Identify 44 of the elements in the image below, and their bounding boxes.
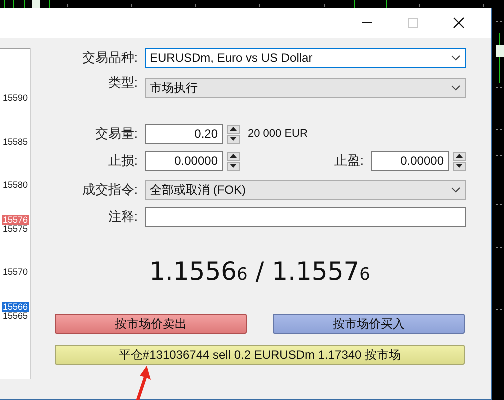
field-label: 成交指令: <box>81 181 138 199</box>
field-label: 止损: <box>107 152 138 170</box>
increment-button[interactable] <box>227 124 240 134</box>
field-label: 交易品种: <box>81 49 138 67</box>
price-label: 15566 <box>2 302 29 312</box>
filling-dropdown[interactable]: 全部或取消 (FOK) <box>145 180 466 200</box>
decrement-button[interactable] <box>453 162 466 170</box>
stop-loss-field[interactable]: 0.00000 <box>145 151 223 171</box>
type-dropdown[interactable]: 市场执行 <box>145 78 466 98</box>
down-triangle-icon <box>230 137 237 141</box>
sell-button[interactable]: 按市场价卖出 <box>55 314 247 334</box>
price-label: 15580 <box>2 180 29 190</box>
price-label: 15585 <box>2 136 29 146</box>
field-label: 交易量: <box>94 125 138 143</box>
close-position-button[interactable]: 平仓#131036744 sell 0.2 EURUSDm 1.17340 按市场 <box>55 345 465 365</box>
chevron-icon <box>451 85 461 91</box>
field-label: 注释: <box>107 208 138 226</box>
symbol-dropdown[interactable]: EURUSDm, Euro vs US Dollar <box>145 48 466 68</box>
up-triangle-icon <box>230 154 237 158</box>
buy-button[interactable]: 按市场价买入 <box>273 314 465 334</box>
price-label: 15570 <box>2 267 29 277</box>
take-profit-field[interactable]: 0.00000 <box>371 151 449 171</box>
decrement-button[interactable] <box>227 134 240 144</box>
decrement-button[interactable] <box>227 162 240 170</box>
field-label: 止盈: <box>334 152 364 170</box>
annotation-arrow <box>135 366 151 400</box>
down-triangle-icon <box>456 164 463 168</box>
field-label: 类型: <box>107 74 138 92</box>
up-triangle-icon <box>230 127 237 131</box>
price-label: 15565 <box>2 310 29 320</box>
volume-note: 20 000 EUR <box>248 128 308 140</box>
maximize-icon <box>407 17 419 29</box>
comment-field[interactable] <box>145 207 466 227</box>
chevron-icon <box>451 187 461 193</box>
price-label: 15575 <box>2 224 29 234</box>
price-label: 15576 <box>2 214 29 225</box>
volume-field[interactable]: 0.20 <box>145 124 223 144</box>
chevron-icon <box>451 55 461 61</box>
down-triangle-icon <box>230 164 237 168</box>
price-label: 15590 <box>2 93 29 103</box>
up-triangle-icon <box>456 154 463 158</box>
increment-button[interactable] <box>227 152 240 160</box>
close-icon <box>453 17 465 29</box>
increment-button[interactable] <box>453 152 466 160</box>
